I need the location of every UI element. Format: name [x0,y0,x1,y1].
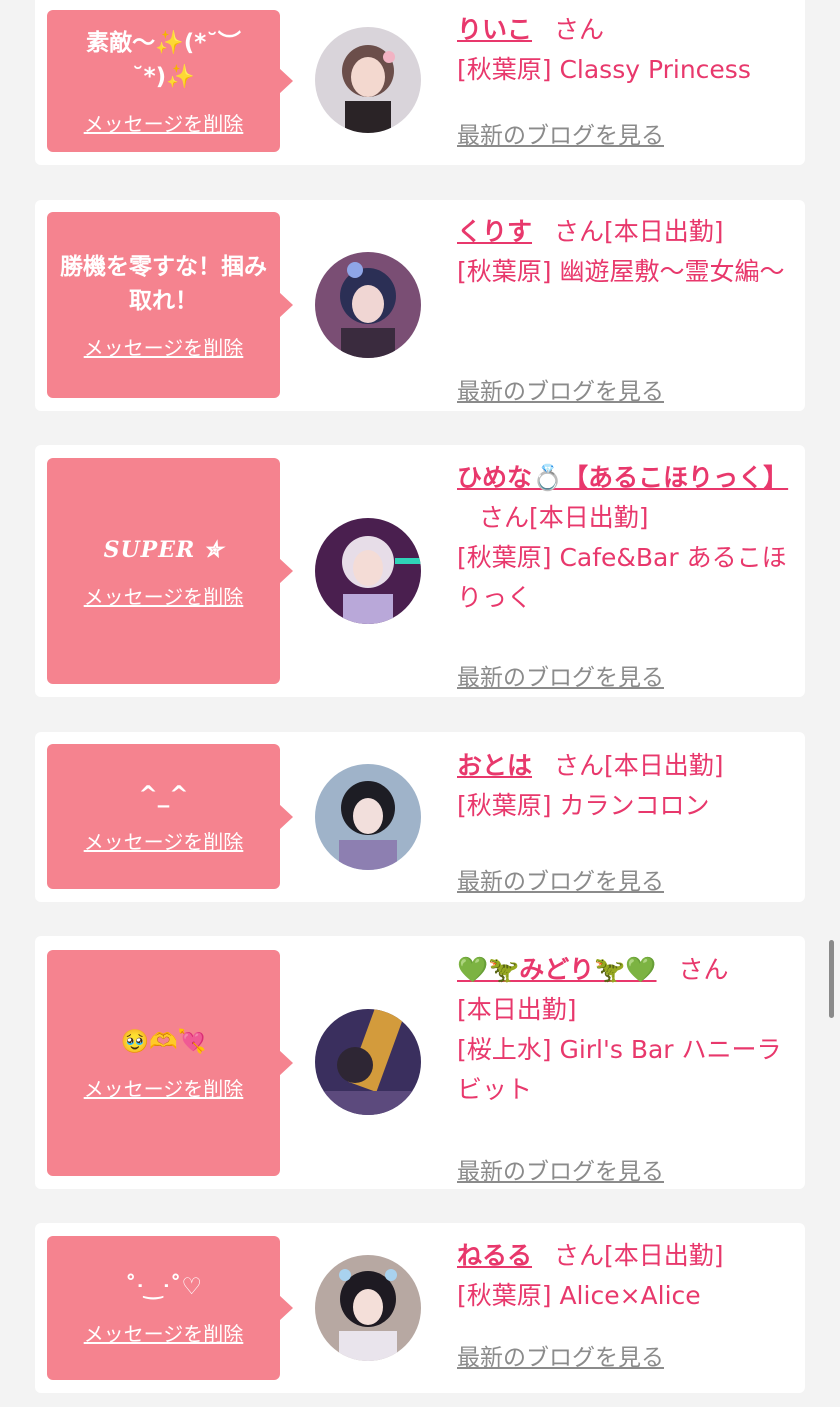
shop-name: [秋葉原] カランコロン [457,791,710,820]
entry-info: りいこ さん [秋葉原] Classy Princess 最新のブログを見る [457,10,795,149]
cast-name-link[interactable]: ねるる [457,1241,532,1270]
cast-name-link[interactable]: ひめな💍【あるこほりっく】 [457,463,788,492]
status-badge: [本日出勤] [457,995,577,1024]
message-text: SUPER ✮ [103,536,224,563]
list-item: ^_^ メッセージを削除 おとは さん[本日出勤] [秋葉原] カランコロン 最新… [35,732,805,902]
scrollbar[interactable] [829,940,834,1018]
honorific: さん [479,503,530,532]
list-item: 素敵〜✨(*˘︶˘*)✨ メッセージを削除 りいこ さん [秋葉原] Classy… [35,0,805,165]
avatar[interactable] [315,764,421,870]
view-blog-link[interactable]: 最新のブログを見る [457,116,664,156]
view-blog-link[interactable]: 最新のブログを見る [457,1152,664,1192]
delete-message-link[interactable]: メッセージを削除 [84,332,244,361]
message-bubble: ˚ᐧ‿ᐧ˚♡ メッセージを削除 [47,1236,280,1380]
avatar[interactable] [315,518,421,624]
shop-name: [桜上水] Girl's Bar ハニーラビット [457,1035,782,1104]
photo-icon [315,1009,421,1115]
delete-message-link[interactable]: メッセージを削除 [84,581,244,610]
list-item: 勝機を零すな！掴み取れ！ メッセージを削除 くりす さん[本日出勤] [秋葉原] … [35,200,805,411]
message-bubble: 勝機を零すな！掴み取れ！ メッセージを削除 [47,212,280,398]
status-badge: [本日出勤] [529,503,649,532]
message-bubble: 素敵〜✨(*˘︶˘*)✨ メッセージを削除 [47,10,280,152]
honorific: さん [678,955,729,984]
honorific: さん [554,751,605,780]
status-badge: [本日出勤] [604,217,724,246]
message-text: 🥹🫶💘 [120,1028,207,1055]
avatar[interactable] [315,27,421,133]
cast-name-link[interactable]: くりす [457,217,532,246]
message-text: 勝機を零すな！掴み取れ！ [60,253,267,314]
photo-icon [315,252,421,358]
list-item: SUPER ✮ メッセージを削除 ひめな💍【あるこほりっく】さん[本日出勤] [… [35,445,805,697]
message-bubble: 🥹🫶💘 メッセージを削除 [47,950,280,1176]
view-blog-link[interactable]: 最新のブログを見る [457,862,664,902]
avatar[interactable] [315,1009,421,1115]
avatar[interactable] [315,252,421,358]
view-blog-link[interactable]: 最新のブログを見る [457,1338,664,1378]
message-text: ˚ᐧ‿ᐧ˚♡ [125,1273,202,1300]
shop-name: [秋葉原] Cafe&Bar あるこほりっく [457,543,787,612]
shop-name: [秋葉原] 幽遊屋敷〜霊女編〜 [457,257,785,286]
list-item: 🥹🫶💘 メッセージを削除 💚🦖みどり🦖💚 さん [本日出勤] [桜上水] Girl… [35,936,805,1189]
entry-info: くりす さん[本日出勤] [秋葉原] 幽遊屋敷〜霊女編〜 最新のブログを見る [457,212,795,405]
status-badge: [本日出勤] [604,751,724,780]
honorific: さん [554,1241,605,1270]
photo-icon [315,27,421,133]
entry-info: ねるる さん[本日出勤] [秋葉原] Alice×Alice 最新のブログを見る [457,1236,795,1371]
view-blog-link[interactable]: 最新のブログを見る [457,658,664,698]
cast-name-link[interactable]: おとは [457,751,532,780]
photo-icon [315,1255,421,1361]
cast-name-link[interactable]: りいこ [457,15,532,44]
delete-message-link[interactable]: メッセージを削除 [84,1318,244,1347]
delete-message-link[interactable]: メッセージを削除 [84,108,244,137]
photo-icon [315,518,421,624]
status-badge: [本日出勤] [604,1241,724,1270]
view-blog-link[interactable]: 最新のブログを見る [457,372,664,412]
entry-info: ひめな💍【あるこほりっく】さん[本日出勤] [秋葉原] Cafe&Bar あるこ… [457,458,795,691]
honorific: さん [554,15,605,44]
shop-name: [秋葉原] Alice×Alice [457,1281,701,1310]
avatar[interactable] [315,1255,421,1361]
entry-info: 💚🦖みどり🦖💚 さん [本日出勤] [桜上水] Girl's Bar ハニーラビッ… [457,950,795,1185]
message-bubble: ^_^ メッセージを削除 [47,744,280,889]
delete-message-link[interactable]: メッセージを削除 [84,826,244,855]
honorific: さん [554,217,605,246]
message-bubble: SUPER ✮ メッセージを削除 [47,458,280,684]
entry-info: おとは さん[本日出勤] [秋葉原] カランコロン 最新のブログを見る [457,746,795,895]
cast-name-link[interactable]: 💚🦖みどり🦖💚 [457,955,657,984]
list-item: ˚ᐧ‿ᐧ˚♡ メッセージを削除 ねるる さん[本日出勤] [秋葉原] Alice×… [35,1223,805,1393]
message-text: 素敵〜✨(*˘︶˘*)✨ [86,29,241,90]
message-text: ^_^ [138,782,189,808]
photo-icon [315,764,421,870]
shop-name: [秋葉原] Classy Princess [457,55,751,84]
delete-message-link[interactable]: メッセージを削除 [84,1073,244,1102]
